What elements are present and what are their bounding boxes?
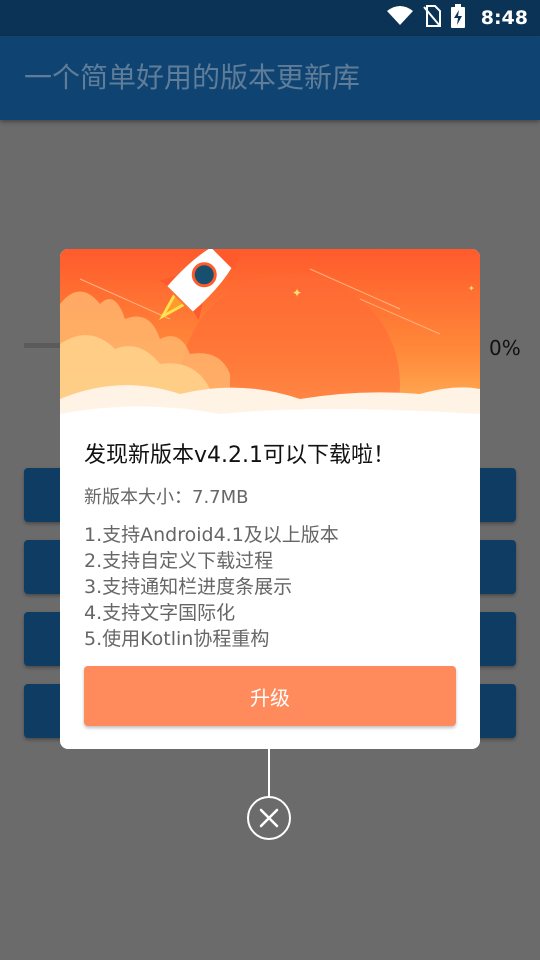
update-size-text: 新版本大小：7.7MB	[84, 487, 249, 508]
upgrade-button-label: 升级	[250, 685, 290, 710]
battery-charging-icon	[450, 4, 465, 32]
close-button[interactable]	[247, 796, 291, 840]
upgrade-button[interactable]: 升级	[84, 666, 456, 726]
changelog-list: 1.支持Android4.1及以上版本 2.支持自定义下载过程 3.支持通知栏进…	[84, 522, 456, 652]
svg-text:✦: ✦	[468, 284, 475, 293]
changelog-item: 3.支持通知栏进度条展示	[84, 576, 293, 598]
dialog-title: 发现新版本v4.2.1可以下载啦！	[84, 443, 395, 468]
status-icons: 8:48	[386, 0, 528, 36]
download-progress-text: 0%	[489, 336, 521, 360]
changelog-item: 2.支持自定义下载过程	[84, 550, 274, 572]
close-icon	[249, 798, 289, 838]
changelog-item: 5.使用Kotlin协程重构	[84, 628, 270, 650]
update-dialog: ✦ ✦ 发现新版本v4.2.1可以下载啦！ 新版本大小：7.7MB 1.支持An…	[60, 249, 480, 749]
status-bar: 8:48	[0, 0, 540, 36]
changelog-item: 4.支持文字国际化	[84, 602, 236, 624]
wifi-icon	[386, 6, 413, 30]
app-title: 一个简单好用的版本更新库	[24, 61, 361, 94]
dialog-header-illustration: ✦ ✦	[60, 249, 480, 494]
app-bar: 一个简单好用的版本更新库	[0, 36, 540, 120]
svg-text:✦: ✦	[292, 286, 302, 300]
changelog-item: 1.支持Android4.1及以上版本	[84, 524, 339, 546]
close-connector-line	[268, 749, 270, 797]
rocket-icon	[135, 249, 265, 343]
no-sim-icon	[422, 5, 441, 31]
status-time: 8:48	[480, 7, 528, 29]
